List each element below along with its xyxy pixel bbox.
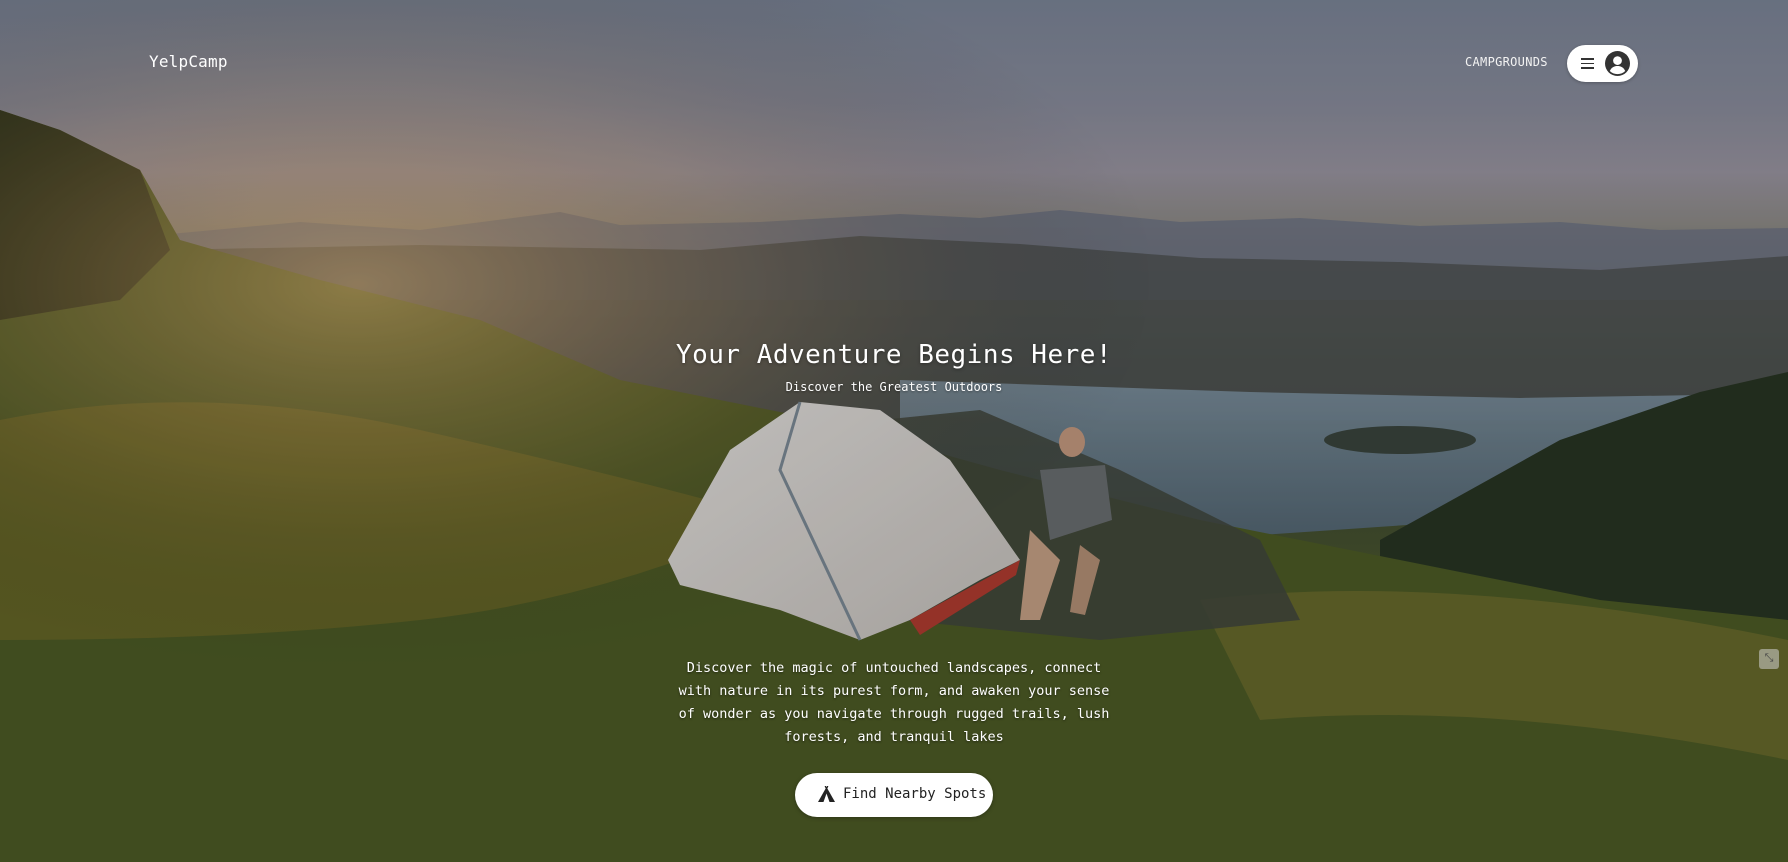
brand-logo-link[interactable]: YelpCamp	[149, 52, 228, 71]
find-nearby-spots-label: Find Nearby Spots	[843, 786, 987, 802]
hamburger-icon	[1581, 58, 1594, 69]
hero-description: Discover the magic of untouched landscap…	[678, 660, 1110, 745]
expand-widget-button[interactable]: ⤡	[1759, 649, 1779, 669]
hero-section: YelpCamp CAMPGROUNDS Your Adventure Begi…	[0, 0, 1788, 862]
user-menu-button[interactable]	[1567, 45, 1638, 82]
hero-subheadline: Discover the Greatest Outdoors	[785, 380, 1003, 394]
user-avatar-icon	[1605, 51, 1630, 76]
tent-icon	[818, 786, 835, 803]
expand-icon: ⤡	[1764, 651, 1774, 664]
hero-headline: Your Adventure Begins Here!	[675, 340, 1113, 370]
find-nearby-spots-button[interactable]: Find Nearby Spots	[795, 773, 993, 817]
nav-link-campgrounds[interactable]: CAMPGROUNDS	[1465, 55, 1548, 69]
top-navbar: YelpCamp CAMPGROUNDS	[0, 0, 1788, 128]
